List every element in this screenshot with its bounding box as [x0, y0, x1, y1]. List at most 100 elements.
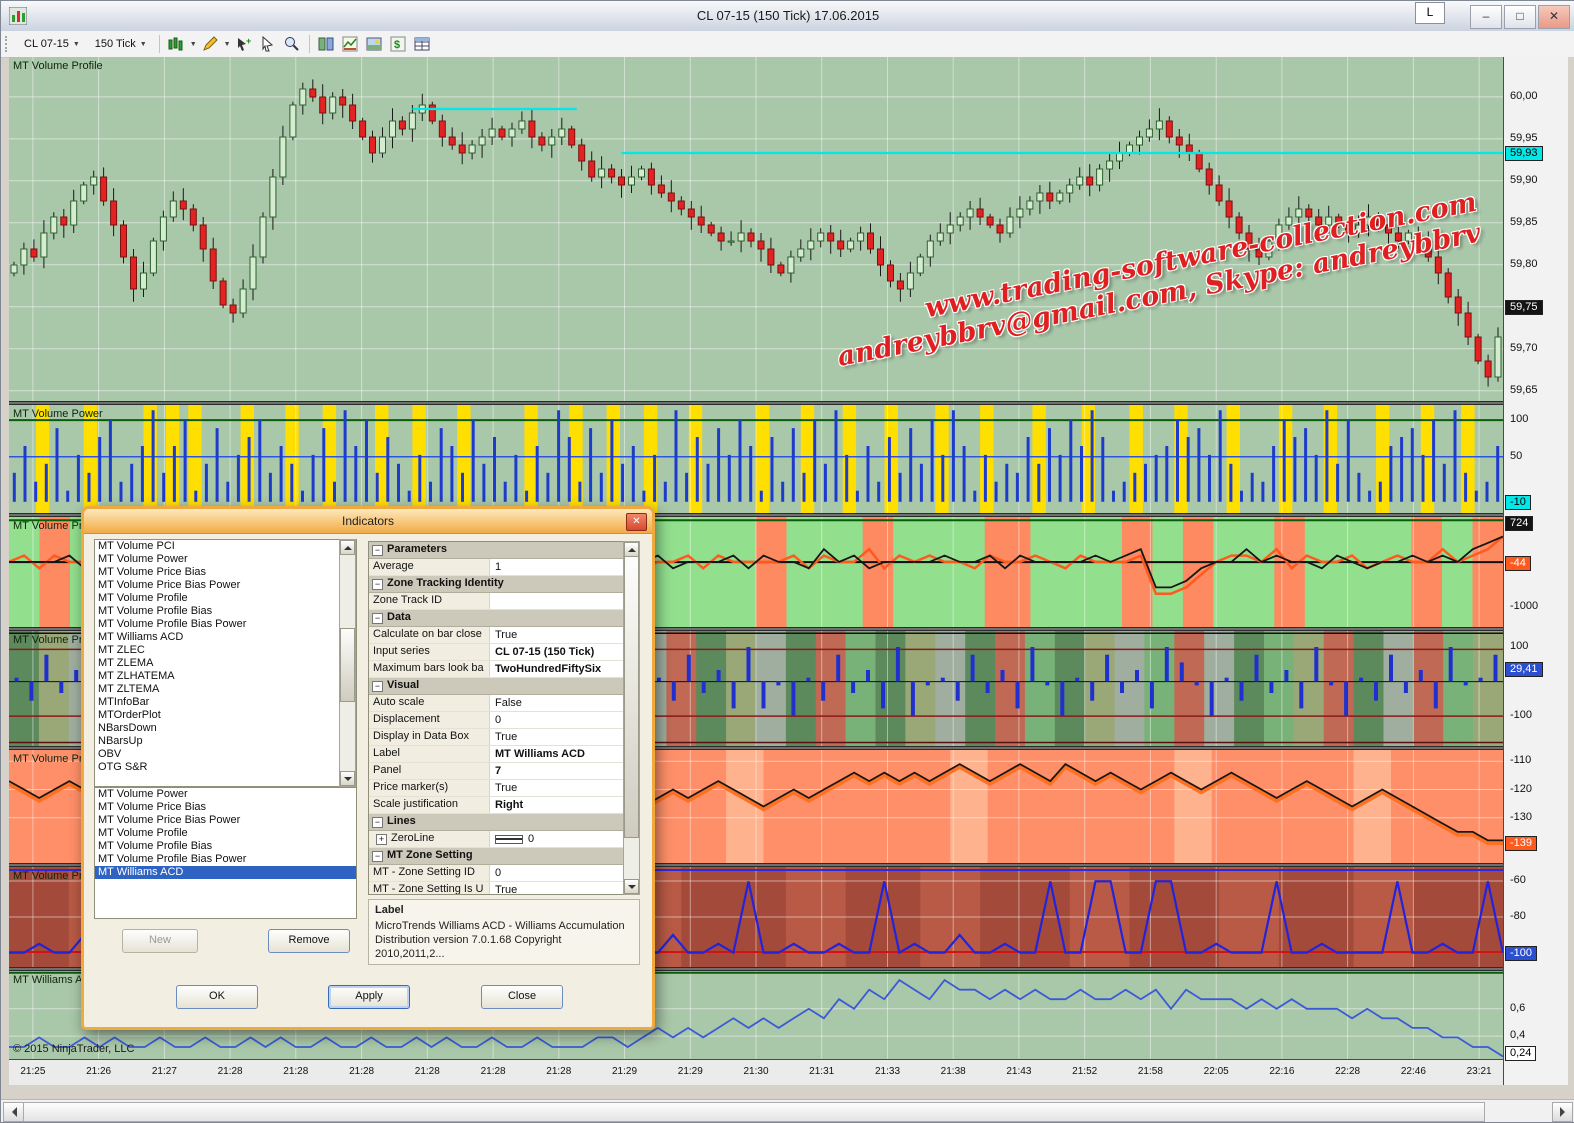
chart-trader-icon[interactable]: $: [388, 34, 409, 54]
available-indicator-mtinfobar[interactable]: MTInfoBar: [95, 696, 356, 709]
property-value[interactable]: 0: [490, 712, 624, 728]
available-indicator-mt-volume-price-bias[interactable]: MT Volume Price Bias: [95, 566, 356, 579]
prop-row-average[interactable]: Average1: [369, 559, 624, 576]
collapse-icon[interactable]: −: [372, 681, 383, 692]
property-value[interactable]: True: [490, 780, 624, 796]
property-value[interactable]: False: [490, 695, 624, 711]
scroll-down-icon[interactable]: [340, 771, 355, 786]
selected-indicator-mt-volume-profile[interactable]: MT Volume Profile: [95, 827, 356, 840]
available-indicator-mt-volume-power[interactable]: MT Volume Power: [95, 553, 356, 566]
selected-indicator-mt-volume-price-bias-power[interactable]: MT Volume Price Bias Power: [95, 814, 356, 827]
selected-indicator-mt-volume-price-bias[interactable]: MT Volume Price Bias: [95, 801, 356, 814]
interval-selector[interactable]: 150 Tick ▼: [89, 35, 153, 53]
dialog-close-button[interactable]: ✕: [626, 513, 647, 531]
close-dialog-button[interactable]: Close: [481, 985, 563, 1009]
ok-button[interactable]: OK: [176, 985, 258, 1009]
collapse-icon[interactable]: −: [372, 579, 383, 590]
available-indicator-mt-zlema[interactable]: MT ZLEMA: [95, 657, 356, 670]
volume-power-panel[interactable]: MT Volume Power: [9, 405, 1503, 513]
collapse-icon[interactable]: −: [372, 817, 383, 828]
available-indicator-otg-s-r[interactable]: OTG S&R: [95, 761, 356, 774]
selected-indicator-mt-volume-profile-bias[interactable]: MT Volume Profile Bias: [95, 840, 356, 853]
prop-section-lines[interactable]: −Lines: [369, 814, 624, 831]
selected-indicator-mt-volume-profile-bias-power[interactable]: MT Volume Profile Bias Power: [95, 853, 356, 866]
available-indicator-obv[interactable]: OBV: [95, 748, 356, 761]
scroll-left-button[interactable]: [3, 1102, 24, 1122]
new-button[interactable]: New: [122, 929, 198, 953]
collapse-icon[interactable]: −: [372, 613, 383, 624]
collapse-icon[interactable]: −: [372, 545, 383, 556]
prop-row-zone-track-id[interactable]: Zone Track ID: [369, 593, 624, 610]
available-indicator-mt-williams-acd[interactable]: MT Williams ACD: [95, 631, 356, 644]
prop-row-zeroline[interactable]: +ZeroLine0: [369, 831, 624, 848]
zoom-icon[interactable]: [282, 34, 303, 54]
prop-row-scale-justification[interactable]: Scale justificationRight: [369, 797, 624, 814]
prop-row-label[interactable]: LabelMT Williams ACD: [369, 746, 624, 763]
scroll-up-icon[interactable]: [624, 542, 639, 557]
prop-row-display-in-data-box[interactable]: Display in Data BoxTrue: [369, 729, 624, 746]
prop-section-data[interactable]: −Data: [369, 610, 624, 627]
available-indicator-nbarsdown[interactable]: NBarsDown: [95, 722, 356, 735]
prop-row-panel[interactable]: Panel7: [369, 763, 624, 780]
property-value[interactable]: CL 07-15 (150 Tick): [490, 644, 624, 660]
property-value[interactable]: 0: [490, 831, 624, 847]
prop-row-calculate-on-bar-close[interactable]: Calculate on bar closeTrue: [369, 627, 624, 644]
price-axis[interactable]: 60,0059,9559,9059,8559,8059,7559,7059,65…: [1503, 57, 1568, 1085]
property-value[interactable]: 0: [490, 865, 624, 881]
dialog-titlebar[interactable]: Indicators ✕: [84, 509, 652, 534]
price-panel[interactable]: MT Volume Profile: [9, 57, 1503, 401]
time-axis[interactable]: 21:2521:2621:2721:2821:2821:2821:2821:28…: [9, 1059, 1503, 1086]
indicators-icon[interactable]: [340, 34, 361, 54]
property-value[interactable]: Right: [490, 797, 624, 813]
prop-row-input-series[interactable]: Input seriesCL 07-15 (150 Tick): [369, 644, 624, 661]
data-series-icon[interactable]: [316, 34, 337, 54]
cursor-icon[interactable]: [258, 34, 279, 54]
selected-indicator-mt-williams-acd[interactable]: MT Williams ACD: [95, 866, 356, 879]
scroll-up-icon[interactable]: [340, 540, 355, 555]
prop-section-mt-zone-setting[interactable]: −MT Zone Setting: [369, 848, 624, 865]
prop-section-parameters[interactable]: −Parameters: [369, 542, 624, 559]
scrollbar-thumb[interactable]: [624, 556, 639, 838]
prop-row-auto-scale[interactable]: Auto scaleFalse: [369, 695, 624, 712]
apply-button[interactable]: Apply: [328, 985, 410, 1009]
maximize-button[interactable]: □: [1504, 5, 1536, 29]
available-indicator-mt-volume-profile-bias-power[interactable]: MT Volume Profile Bias Power: [95, 618, 356, 631]
available-indicator-mt-zlec[interactable]: MT ZLEC: [95, 644, 356, 657]
prop-row-mt-zone-setting-id[interactable]: MT - Zone Setting ID0: [369, 865, 624, 882]
property-value[interactable]: MT Williams ACD: [490, 746, 624, 762]
available-indicator-nbarsup[interactable]: NBarsUp: [95, 735, 356, 748]
available-indicator-mt-volume-profile-bias[interactable]: MT Volume Profile Bias: [95, 605, 356, 618]
selected-indicator-mt-volume-power[interactable]: MT Volume Power: [95, 788, 356, 801]
available-indicator-mt-zlhatema[interactable]: MT ZLHATEMA: [95, 670, 356, 683]
chart-style-icon[interactable]: [166, 34, 187, 54]
available-list-scrollbar[interactable]: [339, 539, 356, 787]
selected-indicators-list[interactable]: MT Volume PowerMT Volume Price BiasMT Vo…: [94, 787, 357, 919]
prop-row-maximum-bars-look-ba[interactable]: Maximum bars look baTwoHundredFiftySix: [369, 661, 624, 678]
available-indicator-mt-volume-profile[interactable]: MT Volume Profile: [95, 592, 356, 605]
prop-section-visual[interactable]: −Visual: [369, 678, 624, 695]
link-button[interactable]: L: [1415, 2, 1445, 24]
remove-button[interactable]: Remove: [268, 929, 350, 953]
property-value[interactable]: 7: [490, 763, 624, 779]
prop-row-mt-zone-setting-is-u[interactable]: MT - Zone Setting Is UTrue: [369, 882, 624, 895]
available-indicator-mtorderplot[interactable]: MTOrderPlot: [95, 709, 356, 722]
property-value[interactable]: [490, 593, 624, 609]
available-indicator-mt-zltema[interactable]: MT ZLTEMA: [95, 683, 356, 696]
scroll-down-icon[interactable]: [624, 879, 639, 894]
prop-row-displacement[interactable]: Displacement0: [369, 712, 624, 729]
property-value[interactable]: True: [490, 627, 624, 643]
collapse-icon[interactable]: −: [372, 851, 383, 862]
property-value[interactable]: True: [490, 882, 624, 895]
available-indicator-mt-volume-pci[interactable]: MT Volume PCI: [95, 540, 356, 553]
available-indicators-list[interactable]: MT Volume PCIMT Volume PowerMT Volume Pr…: [94, 539, 357, 787]
scrollbar-thumb[interactable]: [23, 1102, 1485, 1122]
scrollbar-thumb[interactable]: [340, 628, 355, 702]
instrument-selector[interactable]: CL 07-15 ▼: [18, 35, 86, 53]
marker-add-icon[interactable]: +: [234, 34, 255, 54]
title-bar[interactable]: CL 07-15 (150 Tick) 17.06.2015 L – □ ✕: [1, 1, 1574, 32]
properties-scrollbar[interactable]: [623, 541, 640, 895]
expand-icon[interactable]: +: [376, 834, 387, 845]
horizontal-scrollbar[interactable]: [1, 1099, 1574, 1123]
snapshot-icon[interactable]: [364, 34, 385, 54]
property-value[interactable]: 1: [490, 559, 624, 575]
